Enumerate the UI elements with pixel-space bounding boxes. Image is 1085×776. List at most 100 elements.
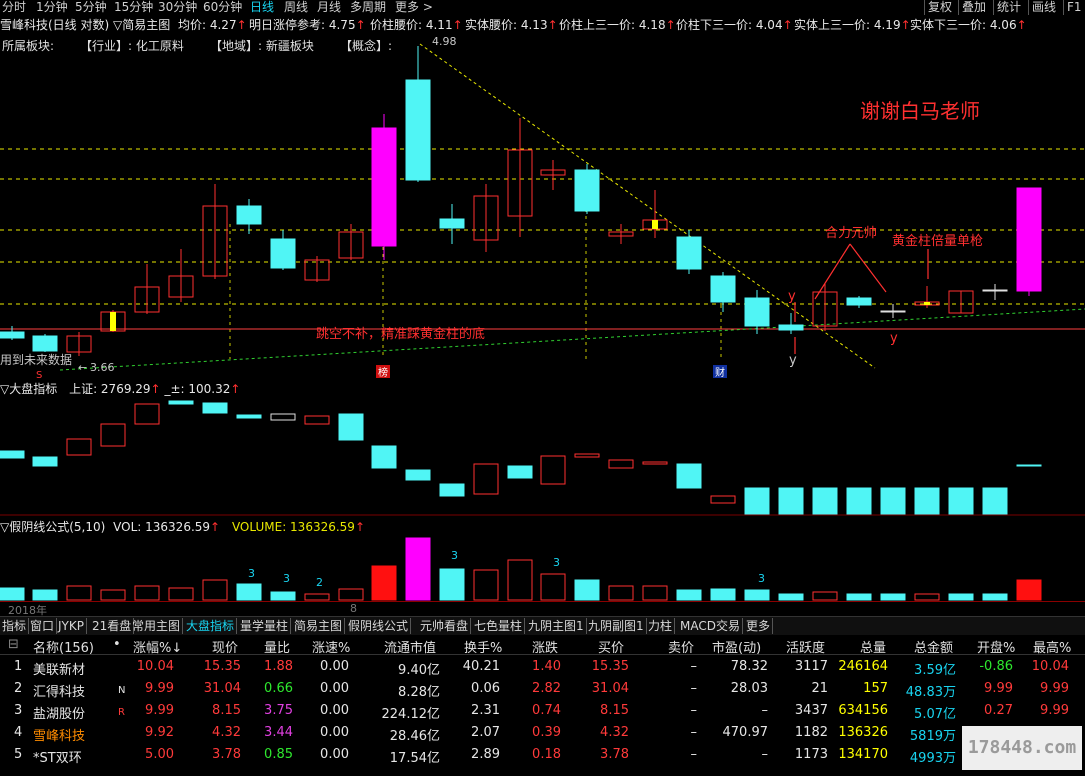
cell-diff: 1.40: [532, 659, 561, 674]
candle[interactable]: [405, 79, 431, 181]
col-diff[interactable]: 涨跌: [532, 637, 558, 656]
uptrend-line: [59, 308, 1085, 371]
tab-3[interactable]: 21看盘: [90, 618, 135, 634]
cell-chg: 9.92: [145, 725, 174, 740]
svg-text:←: ←: [78, 361, 87, 374]
cell-mcap: 28.46亿: [389, 729, 440, 744]
table-row[interactable]: 4 雪峰科技 9.92 4.32 3.44 0.00 28.46亿 2.07 0.39 4.32 –…: [0, 722, 1085, 744]
cell-high: 10.04: [1031, 659, 1069, 674]
volume-bar: [202, 579, 228, 601]
table-row[interactable]: 2 汇得科技 N 9.99 31.04 0.66 0.00 8.28亿 0.06 2.82 31.0…: [0, 678, 1085, 700]
period-30min[interactable]: 30分钟: [158, 0, 197, 15]
cell-act: 1182: [794, 725, 828, 740]
tab-9[interactable]: 元帅看盘: [418, 618, 472, 634]
tab-8[interactable]: 假阴线公式: [346, 618, 412, 634]
candle[interactable]: [1016, 187, 1042, 292]
col-open[interactable]: 开盘%: [977, 637, 1015, 656]
overlay-button[interactable]: 叠加: [958, 0, 986, 15]
col-bid[interactable]: 买价: [598, 637, 624, 656]
period-5min[interactable]: 5分钟: [75, 0, 107, 15]
candle[interactable]: [371, 127, 397, 247]
candle[interactable]: [744, 297, 770, 327]
period-15min[interactable]: 15分钟: [114, 0, 153, 15]
candle[interactable]: [846, 297, 872, 306]
col-price[interactable]: 现价: [212, 637, 238, 656]
tab-15[interactable]: 更多: [744, 618, 774, 634]
col-amount[interactable]: 总金额: [914, 637, 953, 656]
cell-idx: 1: [14, 659, 23, 674]
svg-text:3: 3: [283, 572, 290, 585]
candle[interactable]: [270, 238, 296, 269]
stock-list-table: ⊟ 名称(156) • 涨幅%↓ 现价 量比 涨速% 流通市值 换手% 涨跌 买…: [0, 634, 1085, 776]
cell-ask: –: [690, 747, 698, 762]
index-candle: [32, 456, 58, 467]
volume-bar: [439, 568, 465, 601]
period-1min[interactable]: 1分钟: [36, 0, 68, 15]
kline-main-chart[interactable]: 4.98 3.66 ← 谢谢白马老师 合力元帅 黄金柱倍量单枪 跳空不补，精准踩…: [0, 34, 1085, 380]
restore-rights-button[interactable]: 复权: [924, 0, 952, 15]
tab-12[interactable]: 九阴副图1: [586, 618, 647, 634]
period-weekly[interactable]: 周线: [284, 0, 308, 15]
tab-7[interactable]: 简易主图: [292, 618, 346, 634]
col-pe[interactable]: 市盈(动): [712, 637, 761, 656]
tab-4[interactable]: 常用主图: [130, 618, 184, 634]
svg-text:y: y: [890, 331, 898, 346]
cell-chg: 9.99: [145, 703, 174, 718]
candle[interactable]: [0, 331, 25, 339]
volume-bar: [914, 593, 940, 601]
event-bang-icon[interactable]: 榜: [378, 366, 388, 379]
event-cai-icon[interactable]: 财: [715, 366, 725, 379]
period-multi[interactable]: 多周期: [350, 0, 386, 15]
candle[interactable]: [676, 236, 702, 270]
candle[interactable]: [880, 310, 906, 313]
col-activity[interactable]: 活跃度: [786, 637, 825, 656]
candle[interactable]: [982, 289, 1008, 292]
index-candle: [338, 413, 364, 441]
tab-5[interactable]: 大盘指标: [184, 618, 238, 634]
volume-bar: [948, 593, 974, 601]
tab-6[interactable]: 量学量柱: [238, 618, 292, 634]
col-volratio[interactable]: 量比: [264, 637, 290, 656]
tab-13[interactable]: 力柱: [646, 618, 676, 634]
col-turnover[interactable]: 换手%: [464, 637, 502, 656]
col-mcap[interactable]: 流通市值: [384, 637, 436, 656]
stats-button[interactable]: 统计: [993, 0, 1021, 15]
tab-14[interactable]: MACD交易: [678, 618, 743, 634]
candle[interactable]: [439, 218, 465, 229]
golden-column: [110, 312, 116, 331]
col-ask[interactable]: 卖价: [668, 637, 694, 656]
tab-2[interactable]: JYKP: [56, 618, 87, 634]
table-row[interactable]: 1 美联新材 10.04 15.35 1.88 0.00 9.40亿 40.21 1.40 15.…: [0, 656, 1085, 678]
period-monthly[interactable]: 月线: [317, 0, 341, 15]
col-name[interactable]: 名称(156): [33, 637, 94, 656]
period-daily[interactable]: 日线: [250, 0, 274, 15]
volume-chart[interactable]: 3 3 2 3 3 3: [0, 532, 1085, 602]
market-index-chart[interactable]: [0, 394, 1085, 516]
tab-10[interactable]: 七色量柱: [472, 618, 526, 634]
candle[interactable]: [778, 324, 804, 331]
info-avg: 均价: 4.27↑: [178, 18, 247, 32]
col-change[interactable]: 涨幅%↓: [133, 637, 182, 656]
tab-11[interactable]: 九阴主图1: [526, 618, 587, 634]
f1-button[interactable]: F1: [1063, 0, 1082, 15]
period-fenshi[interactable]: 分时: [2, 0, 26, 15]
period-more[interactable]: 更多 >: [395, 0, 433, 15]
cell-chg: 10.04: [136, 659, 174, 674]
cell-name: 雪峰科技: [33, 729, 86, 744]
tab-1[interactable]: 窗口: [28, 618, 58, 634]
period-60min[interactable]: 60分钟: [203, 0, 242, 15]
candle[interactable]: [236, 205, 262, 225]
event-s-icon[interactable]: S: [36, 370, 42, 380]
candle[interactable]: [574, 169, 600, 212]
cell-ratio: 3.44: [264, 725, 293, 740]
candle[interactable]: [710, 275, 736, 303]
draw-button[interactable]: 画线: [1028, 0, 1056, 15]
col-high[interactable]: 最高%: [1033, 637, 1071, 656]
table-row[interactable]: 3 盐湖股份 R 9.99 8.15 3.75 0.00 224.12亿 2.31 0.74 8.1…: [0, 700, 1085, 722]
table-row[interactable]: 5 *ST双环 5.00 3.78 0.85 0.00 17.54亿 2.89 0.18 3.78…: [0, 744, 1085, 766]
candle[interactable]: [32, 335, 58, 352]
col-speed[interactable]: 涨速%: [312, 637, 350, 656]
tab-0[interactable]: 指标: [0, 618, 30, 634]
index-candle: [405, 469, 431, 481]
col-volume[interactable]: 总量: [860, 637, 886, 656]
